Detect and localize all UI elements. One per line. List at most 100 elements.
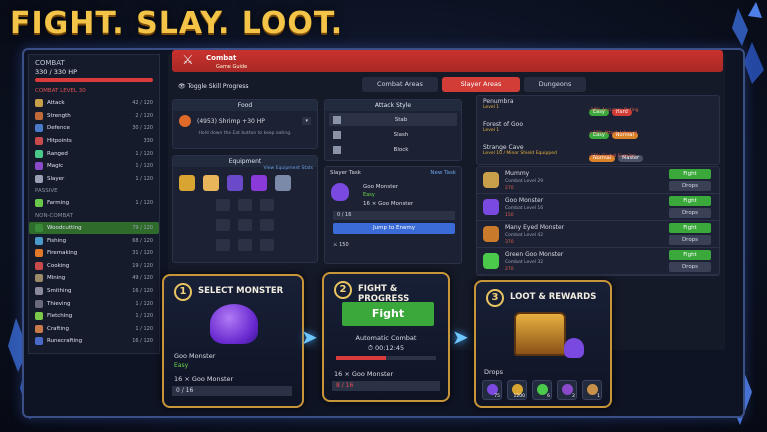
stab-icon [333,115,341,124]
loot-item[interactable]: 1 [582,380,602,400]
card1-count: 16 × Goo Monster [174,375,234,383]
attack-style-slash[interactable]: Slash [329,128,457,141]
skill-level: 79 / 120 [132,225,153,232]
skill-name: Cooking [47,262,70,269]
pet-slot-icon[interactable] [260,239,274,251]
thieving-icon [35,299,43,308]
sidebar-item-crafting[interactable]: Crafting 1 / 120 [29,323,159,336]
sidebar-item-smithing[interactable]: Smithing 16 / 120 [29,285,159,298]
farming-icon [35,199,43,208]
sidebar-item-ranged[interactable]: Ranged 1 / 120 [29,147,159,160]
tab-combat-areas[interactable]: Combat Areas [362,77,438,92]
sidebar-item-farming[interactable]: Farming 1 / 120 [29,197,159,210]
prayer-icon[interactable] [203,175,219,191]
game-guide-link[interactable]: Game Guide [216,64,247,70]
drops-button[interactable]: Drops [669,208,711,218]
sidebar-item-firemaking[interactable]: Firemaking 31 / 120 [29,247,159,260]
slayer-task-panel: Slayer Task New Task Goo Monster Easy 16… [324,166,462,264]
mining-icon [35,274,43,283]
sidebar-item-cooking[interactable]: Cooking 19 / 120 [29,260,159,273]
drops-button[interactable]: Drops [669,262,711,272]
hitpoints-icon [35,137,43,146]
sidebar-item-slayer[interactable]: Slayer 1 / 120 [29,173,159,186]
ring-slot-icon[interactable] [216,239,230,251]
offhand-slot-icon[interactable] [260,219,274,231]
necklace-slot-icon[interactable] [238,199,252,211]
monster-name: Goo Monster [505,197,544,204]
chevron-down-icon[interactable]: ▾ [302,117,311,125]
wolf-pet-icon[interactable] [275,175,291,191]
card1-monster: Goo Monster [174,352,216,360]
jump-to-enemy-button[interactable]: Jump to Enemy [333,223,455,234]
monster-name: Mummy [505,170,530,177]
skills-sidebar: COMBAT 330 / 330 HP COMBAT LEVEL 30 Atta… [28,54,160,354]
slayer-icon [35,174,43,183]
sidebar-item-attack[interactable]: Attack 42 / 120 [29,97,159,110]
food-item: (4953) Shrimp +30 HP [197,117,265,125]
loot-item[interactable]: 2 [557,380,577,400]
area-row[interactable]: Penumbra Level 1 Easy Hard -10% Accuracy Rat… [477,96,719,119]
monster-level: Combat Level 29 [505,179,544,184]
new-task-button[interactable]: New Task [430,170,456,176]
food-hint: Hold down the Eat button to keep eating. [198,131,292,136]
body-slot-icon[interactable] [238,219,252,231]
toggle-skill-progress[interactable]: 👁 Toggle Skill Progress [178,83,249,90]
sidebar-item-mining[interactable]: Mining 49 / 120 [29,272,159,285]
monster-name: Green Goo Monster [505,251,564,258]
monster-icon [483,172,499,188]
drops-label: Drops [484,368,504,376]
fight-button[interactable]: Fight [669,223,711,233]
area-row[interactable]: Forest of Goo Level 1 Easy Normal +10% Attac… [477,119,719,142]
automatic-combat-label: Automatic Combat [355,334,417,342]
sidebar-item-fishing[interactable]: Fishing 68 / 120 [29,234,159,247]
loot-item[interactable]: 1200 [507,380,527,400]
sidebar-item-strength[interactable]: Strength 2 / 120 [29,110,159,123]
skill-level: 16 / 120 [132,338,153,345]
fight-button[interactable]: Fight [669,250,711,260]
skill-name: Runecrafting [47,338,83,345]
skill-name: Fletching [47,313,73,320]
legs-slot-icon[interactable] [238,239,252,251]
passive-label: PASSIVE [35,188,58,195]
ranged-icon [35,149,43,158]
sidebar-item-hitpoints[interactable]: Hitpoints 330 [29,135,159,148]
area-row[interactable]: Strange Cave Level 10 / Minor Shield Equi… [477,142,719,165]
amulet-icon[interactable] [227,175,243,191]
view-equipment-stats-link[interactable]: View Equipment Stats [264,166,313,171]
sidebar-item-woodcutting[interactable]: Woodcutting 79 / 120 [29,221,159,235]
quiver-slot-icon[interactable] [260,199,274,211]
orb-icon[interactable] [251,175,267,191]
skill-level: 16 / 120 [132,288,153,295]
attack-style-title: Attack Style [325,100,461,111]
skill-name: Thieving [47,300,71,307]
weapon-slot-icon[interactable] [216,219,230,231]
food-select[interactable]: (4953) Shrimp +30 HP ▾ [173,111,317,131]
sidebar-item-magic[interactable]: Magic 1 / 120 [29,160,159,173]
loot-item[interactable]: 75 [482,380,502,400]
fight-button[interactable]: Fight [669,169,711,179]
clock-icon: ⏱ [367,344,375,352]
loot-item[interactable]: 6 [532,380,552,400]
sidebar-item-thieving[interactable]: Thieving 1 / 120 [29,297,159,310]
sidebar-item-runecrafting[interactable]: Runecrafting 16 / 120 [29,335,159,348]
shield-icon[interactable] [179,175,195,191]
fight-button[interactable]: Fight [342,302,434,326]
skill-name: Ranged [47,150,68,157]
firemaking-icon [35,249,43,258]
drops-button[interactable]: Drops [669,181,711,191]
card3-title: LOOT & REWARDS [510,292,597,302]
helmet-slot-icon[interactable] [216,199,230,211]
drops-button[interactable]: Drops [669,235,711,245]
tab-slayer-areas[interactable]: Slayer Areas [442,77,520,92]
attack-style-block[interactable]: Block [329,143,457,156]
sidebar-item-fletching[interactable]: Fletching 1 / 120 [29,310,159,323]
tab-dungeons[interactable]: Dungeons [524,77,586,92]
goo-monster-icon [564,338,584,358]
fight-button[interactable]: Fight [669,196,711,206]
skill-level: 19 / 120 [132,262,153,269]
equipment-slots [173,191,317,251]
sidebar-item-defence[interactable]: Defence 30 / 120 [29,122,159,135]
crafting-icon [35,324,43,333]
attack-style-stab[interactable]: Stab [329,113,457,126]
monster-row: Mummy Combat Level 29 270 Fight Drops [477,167,719,194]
